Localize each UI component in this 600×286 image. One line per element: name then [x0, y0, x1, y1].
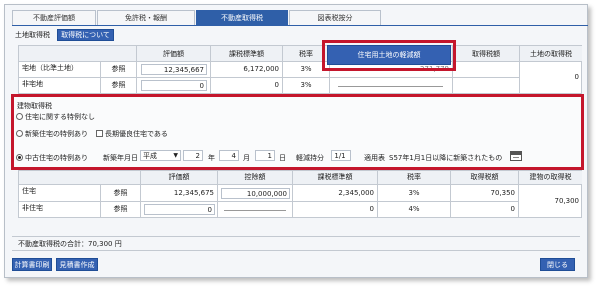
land-total-value: 0 — [520, 62, 582, 94]
tab-property-valuation[interactable]: 不動産評価額 — [12, 10, 96, 26]
applied-label: 適用表 — [364, 154, 385, 162]
land-row-residential-tax — [453, 62, 520, 78]
residential-land-reduction-button[interactable]: 住宅用土地の軽減額 — [327, 45, 451, 65]
tab-underline — [12, 25, 588, 26]
building-total-value: 70,300 — [519, 185, 582, 218]
building-row-residential-ref[interactable]: 参照 — [101, 185, 141, 202]
building-row-nonresidential-valuation-cell: 0 — [141, 202, 218, 218]
land-row-nonresidential-taxable: 0 — [211, 78, 283, 94]
long-life-check[interactable]: 長期優良住宅である — [96, 129, 168, 139]
building-row-residential-label: 住宅 — [19, 185, 101, 202]
day-unit: 日 — [279, 154, 286, 162]
building-row-residential-tax: 70,350 — [451, 185, 519, 202]
land-section-title: 土地取得税 — [15, 31, 50, 39]
building-nonresidential-valuation-input[interactable]: 0 — [144, 204, 215, 215]
month-unit: 月 — [243, 154, 250, 162]
create-estimate-button[interactable]: 見積書作成 — [56, 258, 98, 271]
land-row-residential-ref[interactable]: 参照 — [101, 62, 137, 78]
month-input[interactable]: 4 — [219, 150, 239, 161]
land-header-total: 土地の取得税 — [520, 46, 582, 62]
building-header-rate: 税率 — [378, 171, 451, 185]
footer-divider-2 — [12, 250, 580, 251]
land-header-blank — [19, 46, 137, 62]
radio-no-special[interactable] — [16, 113, 23, 120]
checkbox-long-life[interactable] — [96, 130, 103, 137]
long-life-label: 長期優良住宅である — [105, 130, 168, 138]
building-row-residential-rate: 3% — [378, 185, 451, 202]
option-no-special-label: 住宅に関する特例なし — [25, 113, 95, 121]
tab-registration-tax[interactable]: 免許税・報酬 — [97, 10, 195, 26]
era-select[interactable]: 平成 ▼ — [140, 150, 181, 161]
land-nonresidential-valuation-input[interactable]: 0 — [141, 80, 207, 91]
building-header-deduction: 控除額 — [218, 171, 293, 185]
close-button[interactable]: 閉じる — [540, 258, 575, 271]
building-section-title: 建物取得税 — [17, 102, 52, 110]
land-table: 評価額 課税標準額 税率 取得税額 土地の取得税 宅地（比準土地） 参照 12,… — [18, 45, 582, 94]
building-row-residential-valuation: 12,345,675 — [141, 185, 218, 202]
building-header-tax: 取得税額 — [451, 171, 519, 185]
land-row-residential-taxable: 6,172,000 — [211, 62, 283, 78]
land-row-nonresidential-rate: 3% — [283, 78, 330, 94]
radio-used-house[interactable] — [16, 154, 23, 161]
building-row-nonresidential-deduction — [218, 202, 293, 218]
building-header-taxable: 課税標準額 — [293, 171, 378, 185]
print-statement-button[interactable]: 計算書印刷 — [12, 258, 52, 271]
share-label: 軽減持分 — [296, 154, 324, 162]
land-row-nonresidential-reduction — [330, 78, 453, 94]
building-row-nonresidential-ref[interactable]: 参照 — [101, 202, 141, 218]
building-residential-deduction-input[interactable]: 10,000,000 — [221, 188, 290, 199]
about-acquisition-tax-button[interactable]: 取得税について — [57, 29, 114, 41]
building-row-nonresidential-rate: 4% — [378, 202, 451, 218]
land-header-valuation: 評価額 — [137, 46, 211, 62]
era-value: 平成 — [143, 152, 157, 160]
building-row-nonresidential-tax: 0 — [451, 202, 519, 218]
share-input[interactable]: 1/1 — [331, 150, 351, 161]
land-residential-valuation-input[interactable]: 12,345,667 — [141, 64, 207, 75]
option-new-house-label: 新築住宅の特例あり — [25, 130, 88, 138]
land-row-nonresidential-ref[interactable]: 参照 — [101, 78, 137, 94]
total-acquisition-tax: 不動産取得税の合計：70,300 円 — [18, 240, 122, 248]
land-row-nonresidential-valuation-cell: 0 — [137, 78, 211, 94]
option-used-house[interactable]: 中古住宅の特例あり — [16, 153, 88, 163]
building-table: 評価額 控除額 課税標準額 税率 取得税額 建物の取得税 住宅 参照 12,34… — [18, 170, 582, 218]
calendar-icon[interactable] — [510, 151, 522, 161]
chevron-down-icon: ▼ — [173, 152, 178, 159]
applied-value: S57年1月1日以降に新築されたもの — [389, 154, 503, 162]
day-input[interactable]: 1 — [255, 150, 275, 161]
building-row-residential-taxable: 2,345,000 — [293, 185, 378, 202]
land-row-residential-label: 宅地（比準土地） — [19, 62, 101, 78]
land-row-nonresidential-tax — [453, 78, 520, 94]
building-row-nonresidential-taxable: 0 — [293, 202, 378, 218]
empty-value-line — [338, 86, 443, 87]
tab-tax-allocation[interactable]: 図表税按分 — [289, 10, 381, 26]
option-no-special[interactable]: 住宅に関する特例なし — [16, 112, 95, 122]
building-row-nonresidential-label: 非住宅 — [19, 202, 101, 218]
land-header-tax: 取得税額 — [453, 46, 520, 62]
land-header-taxable: 課税標準額 — [211, 46, 283, 62]
footer-divider — [12, 236, 580, 237]
land-row-residential-valuation-cell: 12,345,667 — [137, 62, 211, 78]
radio-new-house[interactable] — [16, 130, 23, 137]
tab-acquisition-tax[interactable]: 不動産取得税 — [196, 10, 288, 26]
building-header-total: 建物の取得税 — [519, 171, 582, 185]
building-row-residential-deduction-cell: 10,000,000 — [218, 185, 293, 202]
year-input[interactable]: 2 — [183, 150, 203, 161]
option-used-house-label: 中古住宅の特例あり — [25, 154, 88, 162]
land-row-nonresidential-label: 非宅地 — [19, 78, 101, 94]
building-header-blank — [19, 171, 141, 185]
building-header-valuation: 評価額 — [141, 171, 218, 185]
build-date-label: 新築年月日 — [103, 154, 138, 162]
option-new-house[interactable]: 新築住宅の特例あり — [16, 129, 88, 139]
year-unit: 年 — [208, 154, 215, 162]
tab-bar: 不動産評価額 免許税・報酬 不動産取得税 図表税按分 — [12, 10, 382, 26]
empty-value-line — [224, 210, 286, 211]
